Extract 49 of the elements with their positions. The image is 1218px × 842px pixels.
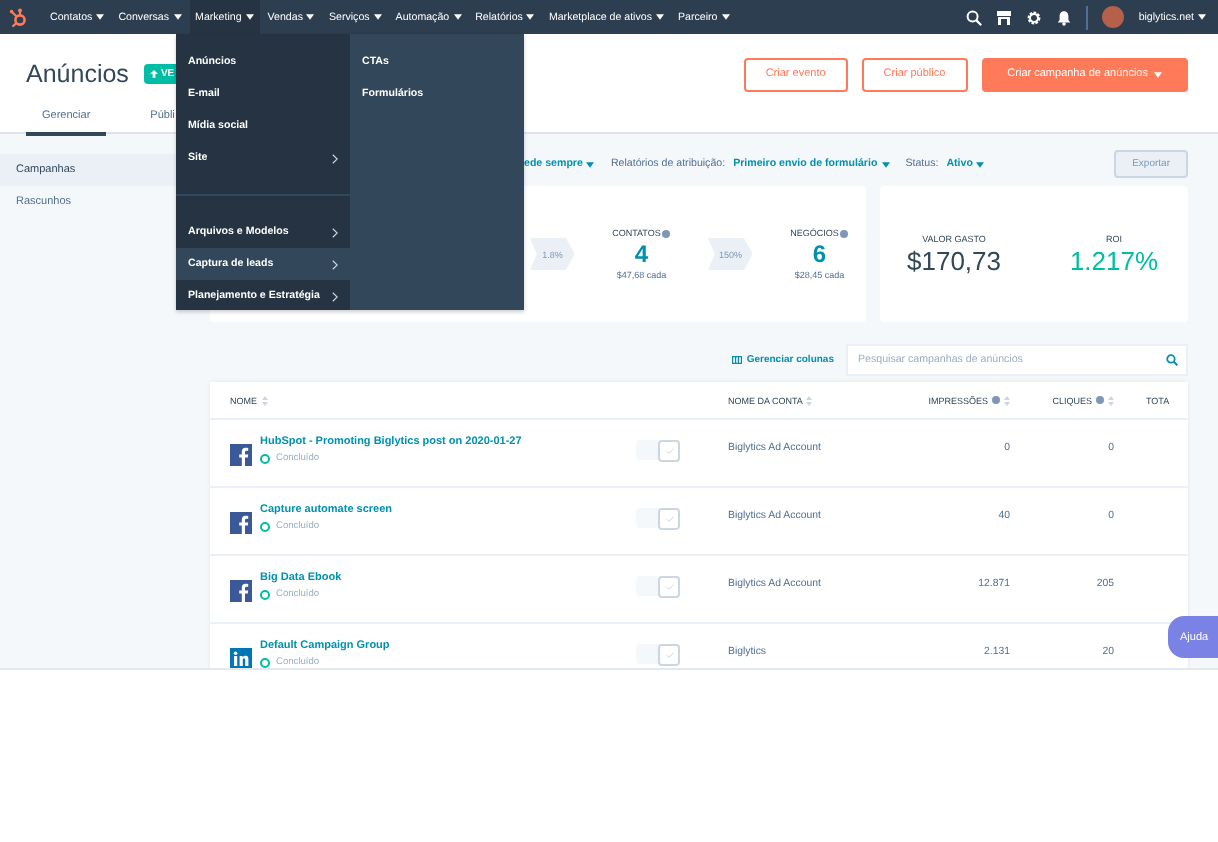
caret-icon [526,14,535,20]
facebook-icon [230,444,252,466]
info-icon [840,229,849,237]
info-icon [992,396,1000,404]
info-icon [1096,396,1104,404]
checkmark-icon [665,515,673,521]
sort-icon[interactable] [1108,395,1114,405]
avatar[interactable] [1102,6,1125,28]
arrow-up-icon [150,70,159,78]
chevron-right-icon [332,227,338,237]
caret-icon [881,161,890,167]
caret-icon [96,14,105,20]
caret-icon [976,161,985,167]
caret-icon [306,14,315,20]
bell-icon[interactable] [1056,9,1073,25]
columns-icon [732,356,743,364]
toggle-switch[interactable] [636,440,680,460]
caret-icon [655,14,664,20]
toggle-switch[interactable] [636,508,680,528]
checkmark-icon [665,447,673,453]
sort-icon[interactable] [806,395,813,405]
checkmark-icon [665,651,673,657]
metric-value: 4 [634,240,649,268]
sprocket-logo-icon[interactable] [8,7,28,27]
chevron-right-icon [332,153,338,163]
sort-icon[interactable] [261,395,267,405]
storefront-icon[interactable] [996,9,1013,25]
facebook-icon [230,580,252,602]
sort-icon[interactable] [1004,395,1010,405]
toggle-switch[interactable] [636,644,680,664]
caret-icon [586,161,595,167]
chevron-right-icon [332,259,338,269]
metric-value: $170,73 [907,245,1001,275]
caret-icon [173,14,182,20]
caret-icon [1154,71,1162,77]
settings-icon[interactable] [1026,9,1043,25]
toggle-switch[interactable] [636,576,680,596]
checkmark-icon [665,583,673,589]
facebook-icon [230,512,252,534]
page-title: Anúncios [26,60,129,88]
caret-icon [373,14,382,20]
caret-icon [1198,14,1206,20]
info-icon [662,229,671,237]
metric-value: 1.217% [1069,245,1159,275]
caret-icon [721,14,730,20]
chevron-right-icon [332,291,338,301]
caret-icon [245,14,254,20]
caret-icon [453,14,462,20]
metric-value: 6 [812,240,827,268]
